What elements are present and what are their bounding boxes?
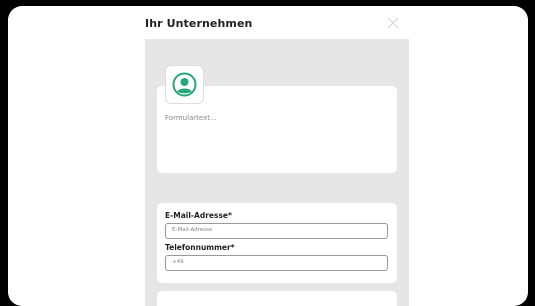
phone-field[interactable]: +49 — [165, 255, 388, 271]
form-scroll-panel[interactable]: Formulartext... E-Mail-Adresse* E-Mail-A… — [145, 39, 409, 306]
modal-title: Ihr Unternehmen — [145, 17, 253, 30]
screen-background: Ihr Unternehmen Formulartext... E-Mail-A… — [0, 0, 535, 306]
contact-section: E-Mail-Adresse* E-Mail-Adresse Telefonnu… — [157, 203, 397, 283]
email-label: E-Mail-Adresse* — [165, 211, 232, 220]
email-field[interactable]: E-Mail-Adresse — [165, 223, 388, 239]
phone-placeholder: +49 — [172, 259, 184, 265]
avatar-upload[interactable] — [166, 66, 203, 103]
user-avatar-icon — [172, 72, 197, 97]
modal-card: Ihr Unternehmen Formulartext... E-Mail-A… — [8, 6, 528, 306]
form-text-placeholder: Formulartext... — [165, 114, 217, 122]
email-placeholder: E-Mail-Adresse — [172, 227, 213, 233]
phone-label: Telefonnummer* — [165, 243, 235, 252]
close-icon[interactable] — [387, 17, 399, 29]
next-section — [157, 291, 397, 306]
